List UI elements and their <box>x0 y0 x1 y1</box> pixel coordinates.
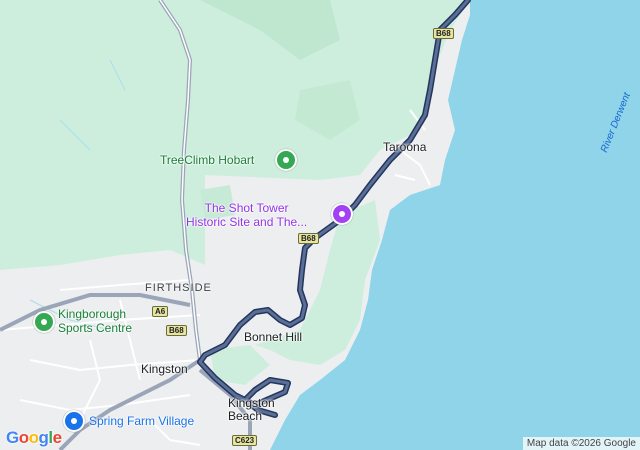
park-pin-icon[interactable] <box>33 311 55 333</box>
road-shield-b68: B68 <box>298 233 319 244</box>
place-label-kingston[interactable]: Kingston <box>141 362 188 376</box>
logo-letter: G <box>6 428 19 447</box>
poi-label-kingborough[interactable]: Kingborough Sports Centre <box>58 307 132 335</box>
map-base-layer <box>0 0 640 450</box>
poi-label-line: Sports Centre <box>58 321 133 335</box>
logo-letter: o <box>28 428 39 447</box>
road-shield-c623: C623 <box>232 435 258 446</box>
logo-letter: e <box>52 428 62 447</box>
landmark-pin-icon[interactable] <box>331 203 353 225</box>
poi-label-spring-farm[interactable]: Spring Farm Village <box>89 414 194 428</box>
poi-label-line: The Shot Tower <box>204 201 289 215</box>
logo-letter: o <box>18 428 29 447</box>
place-label-taroona[interactable]: Taroona <box>383 140 426 154</box>
place-label-line: Beach <box>228 409 263 423</box>
pin-dot <box>71 418 77 424</box>
place-label-firthside[interactable]: FIRTHSIDE <box>145 282 212 294</box>
google-logo[interactable]: Google <box>6 428 62 448</box>
poi-label-line: Historic Site and The... <box>186 215 308 229</box>
shopping-pin-icon[interactable] <box>63 410 85 432</box>
place-label-bonnet-hill[interactable]: Bonnet Hill <box>244 330 302 344</box>
road-shield-b68: B68 <box>166 325 187 336</box>
poi-label-treeclimb[interactable]: TreeClimb Hobart <box>160 153 254 167</box>
park-pin-icon[interactable] <box>275 149 297 171</box>
pin-dot <box>41 319 47 325</box>
road-shield-b68: B68 <box>433 28 454 39</box>
poi-label-line: Kingborough <box>58 307 127 321</box>
pin-dot <box>283 157 289 163</box>
logo-letter: g <box>38 428 49 447</box>
map-attribution[interactable]: Map data ©2026 Google <box>522 437 640 450</box>
pin-dot <box>339 211 345 217</box>
place-label-kingston-beach[interactable]: Kingston Beach <box>228 397 275 423</box>
poi-label-shot-tower[interactable]: The Shot Tower Historic Site and The... <box>186 201 307 229</box>
map-view[interactable]: B68 B68 A6 B68 C623 Taroona FIRTHSIDE Bo… <box>0 0 640 450</box>
road-shield-a6: A6 <box>152 306 169 317</box>
